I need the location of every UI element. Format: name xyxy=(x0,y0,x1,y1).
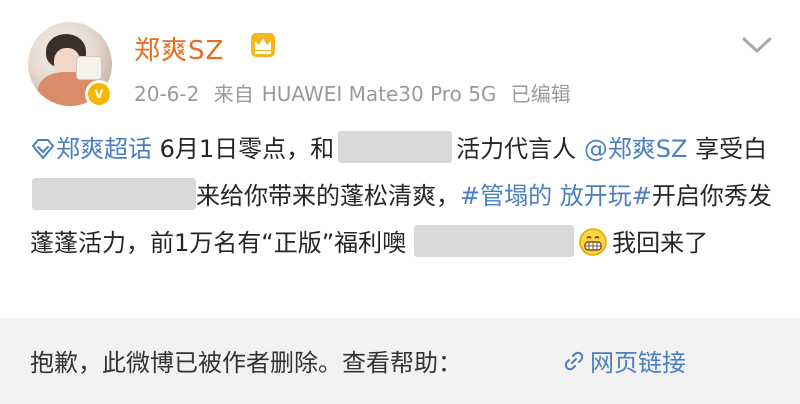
post-source-prefix: 来自 xyxy=(213,82,254,106)
content-text-6: 我回来了 xyxy=(612,229,709,257)
content-text-3: 享受白 xyxy=(687,135,768,163)
hashtag-link[interactable]: #管塌的 放开玩# xyxy=(460,182,652,210)
edited-label: 已编辑 xyxy=(510,82,571,106)
chevron-down-icon[interactable] xyxy=(740,34,774,56)
deleted-notice-text: 抱歉，此微博已被作者删除。查看帮助： xyxy=(30,349,462,377)
deleted-notice: 抱歉，此微博已被作者删除。查看帮助： 网页链接 xyxy=(0,319,800,404)
post-date: 20-6-2 xyxy=(134,82,200,106)
grin-emoji-icon xyxy=(579,228,607,256)
crown-badge-icon xyxy=(251,33,275,57)
content-text-1: 6月1日零点，和 xyxy=(152,135,335,163)
weibo-post-card: v 郑爽SZ 20-6-2 来自 HUAWEI Mate30 Pro 5G 已编辑… xyxy=(0,0,800,404)
mention-link[interactable]: @郑爽SZ xyxy=(584,135,688,163)
link-icon xyxy=(564,351,584,370)
post-source-device[interactable]: HUAWEI Mate30 Pro 5G xyxy=(262,82,497,106)
webpage-link-label[interactable]: 网页链接 xyxy=(590,343,686,378)
topic-link[interactable]: 郑爽超话 xyxy=(30,135,152,163)
webpage-link[interactable]: 网页链接 xyxy=(562,343,686,378)
redacted-brand-2 xyxy=(32,178,196,210)
post-meta: 20-6-2 来自 HUAWEI Mate30 Pro 5G 已编辑 xyxy=(134,78,579,107)
redacted-link xyxy=(414,225,575,257)
redacted-brand-1 xyxy=(338,131,453,163)
content-text-2: 活力代言人 xyxy=(456,135,577,163)
diamond-icon xyxy=(32,139,54,159)
verified-badge-icon: v xyxy=(85,80,113,108)
username[interactable]: 郑爽SZ xyxy=(134,30,224,67)
post-content: 郑爽超话 6月1日零点，和 活力代言人 @郑爽SZ 享受白来给你带来的蓬松清爽，#… xyxy=(30,126,778,267)
content-text-4: 来给你带来的蓬松清爽， xyxy=(196,182,460,210)
